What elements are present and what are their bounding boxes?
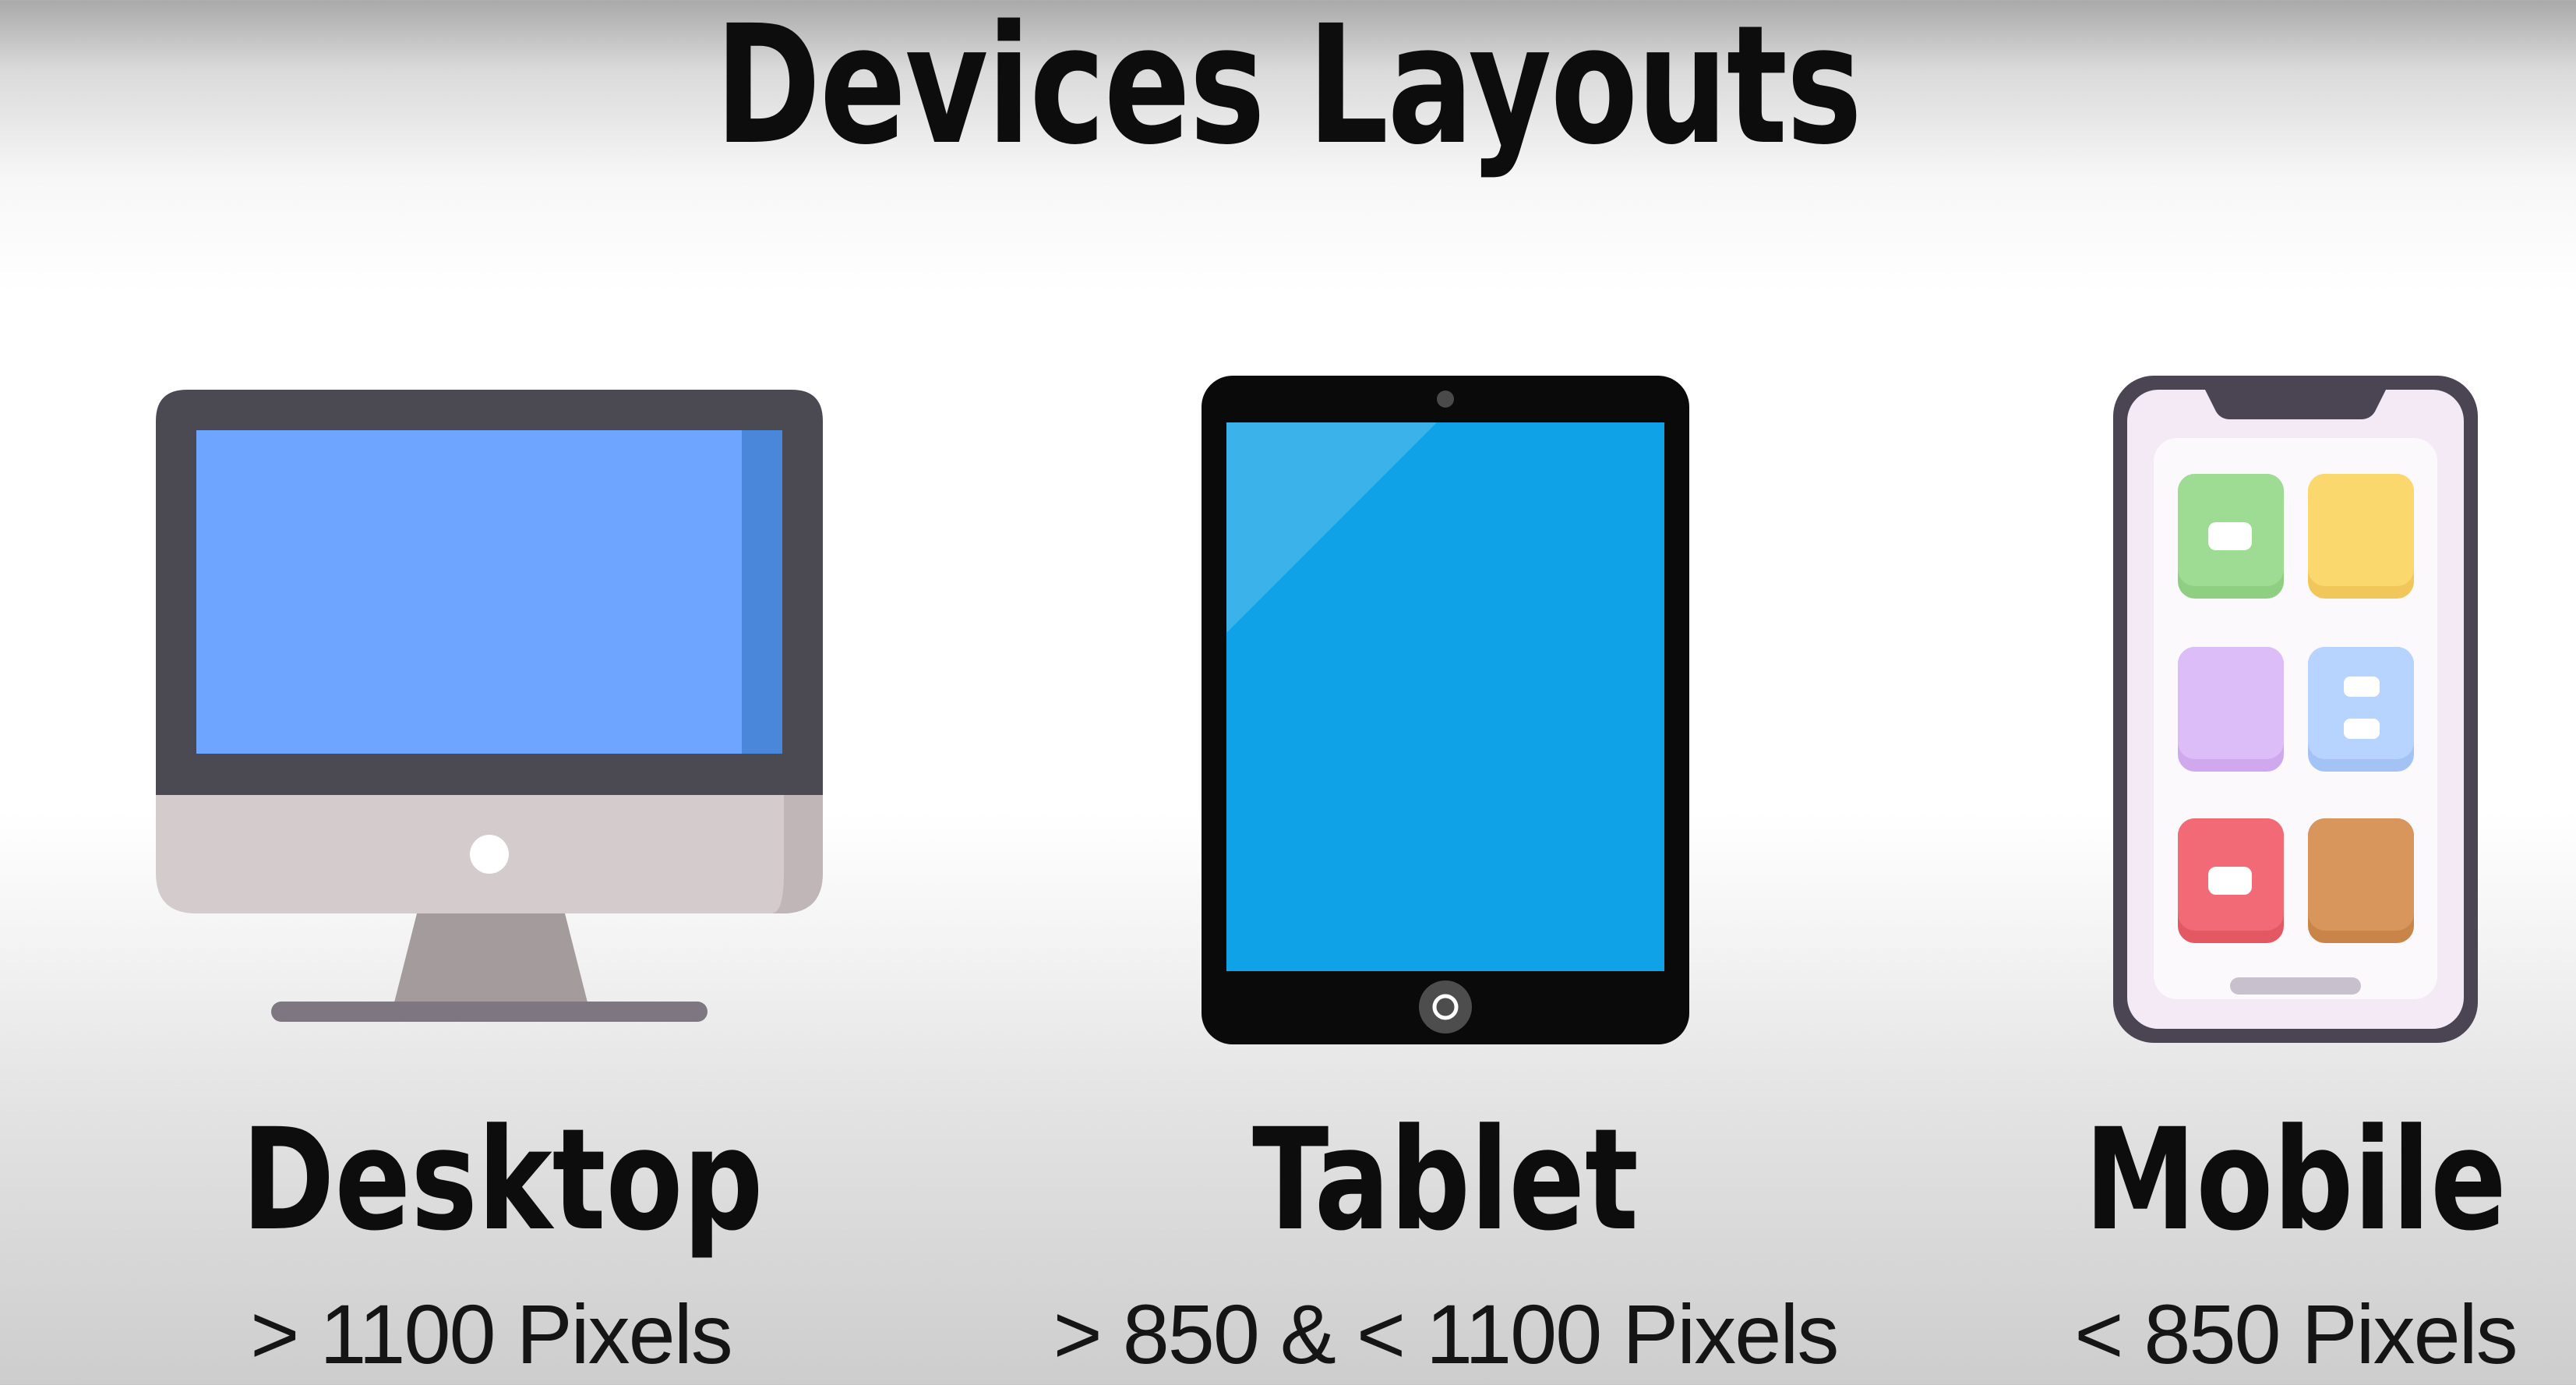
device-range-desktop: > 1100 Pixels	[250, 1287, 732, 1381]
device-name-mobile: Mobile	[2084, 1099, 2507, 1262]
device-name-desktop: Desktop	[242, 1099, 764, 1262]
smartphone-icon	[2113, 376, 2478, 1043]
tablet-icon	[1202, 376, 1689, 1044]
desktop-monitor-icon	[156, 390, 823, 1022]
slide-title: Devices Layouts	[715, 0, 1862, 181]
device-range-mobile: < 850 Pixels	[2074, 1287, 2518, 1381]
device-range-tablet: > 850 & < 1100 Pixels	[1053, 1287, 1840, 1381]
device-name-tablet: Tablet	[1252, 1099, 1639, 1262]
